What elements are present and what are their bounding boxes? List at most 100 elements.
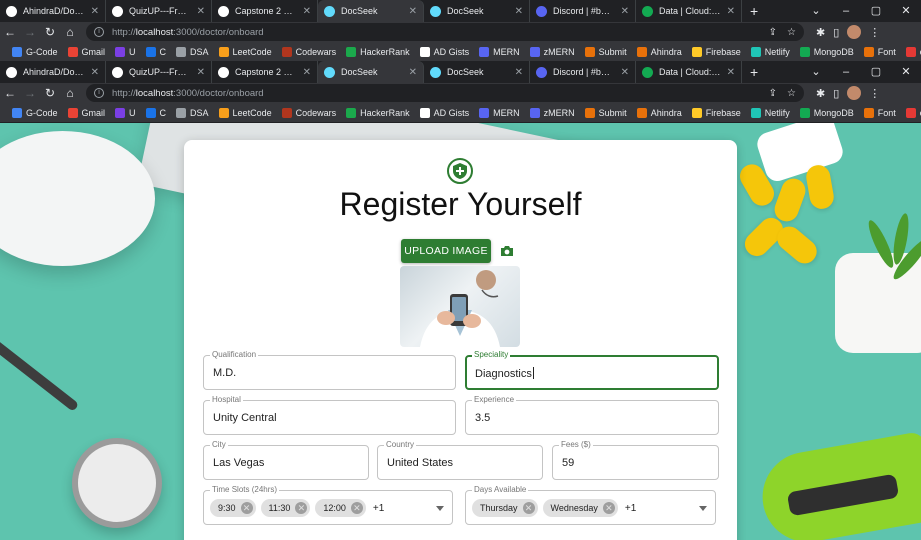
window-control-button[interactable]: – — [831, 0, 861, 22]
qualification-field[interactable]: Qualification M.D. — [203, 350, 456, 390]
bookmark-item[interactable]: Codewars — [278, 46, 341, 57]
time-slots-select[interactable]: Time Slots (24hrs) 9:30 ✕ 11:30 ✕ 12:00 ✕ +1 — [203, 485, 453, 525]
bookmark-item[interactable]: Codewars — [278, 107, 341, 118]
window-control-button[interactable]: ✕ — [891, 61, 921, 83]
side-panel-icon[interactable]: ▯ — [833, 26, 839, 39]
camera-icon[interactable] — [500, 244, 514, 256]
browser-tab[interactable]: DocSeek ✕ — [318, 0, 424, 22]
address-bar[interactable]: i http://localhost:3000/doctor/onboard ⇪ ☆ — [86, 84, 804, 102]
address-bar[interactable]: i http://localhost:3000/doctor/onboard ⇪ ☆ — [86, 23, 804, 41]
selected-chip[interactable]: Wednesday ✕ — [542, 499, 618, 517]
selected-chip[interactable]: 12:00 ✕ — [315, 499, 366, 517]
browser-tab[interactable]: Capstone 2 Require ✕ — [212, 0, 318, 22]
city-field[interactable]: City Las Vegas — [203, 440, 369, 480]
window-control-button[interactable]: ▢ — [861, 61, 891, 83]
bookmark-item[interactable]: clr — [902, 46, 921, 57]
remove-chip-icon[interactable]: ✕ — [350, 502, 363, 514]
selected-chip[interactable]: 9:30 ✕ — [210, 499, 256, 517]
close-tab-icon[interactable]: ✕ — [303, 67, 311, 78]
back-icon[interactable]: ← — [0, 86, 20, 100]
bookmark-item[interactable]: C — [142, 107, 171, 118]
bookmark-item[interactable]: MERN — [475, 46, 524, 57]
upload-image-button[interactable]: UPLOAD IMAGE — [401, 239, 491, 263]
bookmark-item[interactable]: G-Code — [8, 46, 62, 57]
remove-chip-icon[interactable]: ✕ — [295, 502, 308, 514]
close-tab-icon[interactable]: ✕ — [409, 6, 417, 17]
close-tab-icon[interactable]: ✕ — [409, 67, 417, 78]
browser-tab[interactable]: QuizUP---FrontEnd ✕ — [106, 61, 212, 83]
days-available-select[interactable]: Days Available Thursday ✕ Wednesday ✕ +1 — [465, 485, 716, 525]
window-control-button[interactable]: ⌄ — [801, 0, 831, 22]
bookmark-item[interactable]: DSA — [172, 107, 213, 118]
window-control-button[interactable]: ▢ — [861, 0, 891, 22]
bookmark-item[interactable]: AD Gists — [416, 46, 474, 57]
fees-field[interactable]: Fees ($) 59 — [552, 440, 719, 480]
bookmark-item[interactable]: zMERN — [526, 107, 579, 118]
extensions-icon[interactable]: ✱ — [816, 26, 825, 39]
close-tab-icon[interactable]: ✕ — [727, 67, 735, 78]
browser-tab[interactable]: DocSeek ✕ — [424, 0, 530, 22]
browser-tab[interactable]: Discord | #batch-3 | ✕ — [530, 61, 636, 83]
new-tab-button[interactable]: + — [742, 61, 766, 83]
browser-tab[interactable]: Data | Cloud: Mongo ✕ — [636, 61, 742, 83]
bookmark-item[interactable]: U — [111, 46, 140, 57]
close-tab-icon[interactable]: ✕ — [621, 67, 629, 78]
bookmark-item[interactable]: HackerRank — [342, 46, 414, 57]
bookmark-item[interactable]: DSA — [172, 46, 213, 57]
bookmark-item[interactable]: Netlify — [747, 107, 794, 118]
bookmark-item[interactable]: Firebase — [688, 107, 745, 118]
home-icon[interactable]: ⌂ — [60, 86, 80, 100]
new-tab-button[interactable]: + — [742, 0, 766, 22]
browser-tab[interactable]: AhindraD/DocSeek: ✕ — [0, 61, 106, 83]
bookmark-item[interactable]: LeetCode — [215, 107, 276, 118]
window-control-button[interactable]: ✕ — [891, 0, 921, 22]
close-tab-icon[interactable]: ✕ — [621, 6, 629, 17]
bookmark-item[interactable]: Ahindra — [633, 107, 686, 118]
hospital-field[interactable]: Hospital Unity Central — [203, 395, 456, 435]
selected-chip[interactable]: 11:30 ✕ — [260, 499, 311, 517]
bookmark-item[interactable]: C — [142, 46, 171, 57]
close-tab-icon[interactable]: ✕ — [303, 6, 311, 17]
close-tab-icon[interactable]: ✕ — [515, 67, 523, 78]
dropdown-arrow-icon[interactable] — [436, 506, 444, 511]
side-panel-icon[interactable]: ▯ — [833, 87, 839, 100]
reload-icon[interactable]: ↻ — [40, 86, 60, 100]
browser-tab[interactable]: DocSeek ✕ — [424, 61, 530, 83]
browser-tab[interactable]: DocSeek ✕ — [318, 61, 424, 83]
bookmark-item[interactable]: Gmail — [64, 46, 110, 57]
remove-chip-icon[interactable]: ✕ — [240, 502, 253, 514]
country-field[interactable]: Country United States — [377, 440, 543, 480]
bookmark-item[interactable]: Submit — [581, 107, 631, 118]
profile-avatar[interactable] — [847, 86, 862, 100]
close-tab-icon[interactable]: ✕ — [197, 67, 205, 78]
bookmark-item[interactable]: Netlify — [747, 46, 794, 57]
close-tab-icon[interactable]: ✕ — [91, 67, 99, 78]
reload-icon[interactable]: ↻ — [40, 25, 60, 39]
site-info-icon[interactable]: i — [94, 27, 104, 37]
remove-chip-icon[interactable]: ✕ — [522, 502, 535, 514]
bookmark-item[interactable]: HackerRank — [342, 107, 414, 118]
bookmark-item[interactable]: Firebase — [688, 46, 745, 57]
back-icon[interactable]: ← — [0, 25, 20, 39]
browser-tab[interactable]: Data | Cloud: Mongo ✕ — [636, 0, 742, 22]
close-tab-icon[interactable]: ✕ — [91, 6, 99, 17]
bookmark-item[interactable]: Font — [860, 46, 900, 57]
bookmark-item[interactable]: clr — [902, 107, 921, 118]
dropdown-arrow-icon[interactable] — [699, 506, 707, 511]
close-tab-icon[interactable]: ✕ — [515, 6, 523, 17]
bookmark-star-icon[interactable]: ☆ — [787, 88, 796, 99]
bookmark-item[interactable]: Gmail — [64, 107, 110, 118]
home-icon[interactable]: ⌂ — [60, 25, 80, 39]
bookmark-item[interactable]: AD Gists — [416, 107, 474, 118]
bookmark-item[interactable]: Ahindra — [633, 46, 686, 57]
bookmark-item[interactable]: MongoDB — [796, 107, 858, 118]
bookmark-item[interactable]: LeetCode — [215, 46, 276, 57]
menu-icon[interactable]: ⋮ — [869, 26, 880, 39]
browser-tab[interactable]: Discord | #batch-3 | ✕ — [530, 0, 636, 22]
speciality-field[interactable]: Speciality Diagnostics — [465, 350, 719, 390]
window-control-button[interactable]: ⌄ — [801, 61, 831, 83]
browser-tab[interactable]: AhindraD/DocSeek: ✕ — [0, 0, 106, 22]
browser-tab[interactable]: QuizUP---FrontEnd ✕ — [106, 0, 212, 22]
experience-field[interactable]: Experience 3.5 — [465, 395, 719, 435]
close-tab-icon[interactable]: ✕ — [197, 6, 205, 17]
